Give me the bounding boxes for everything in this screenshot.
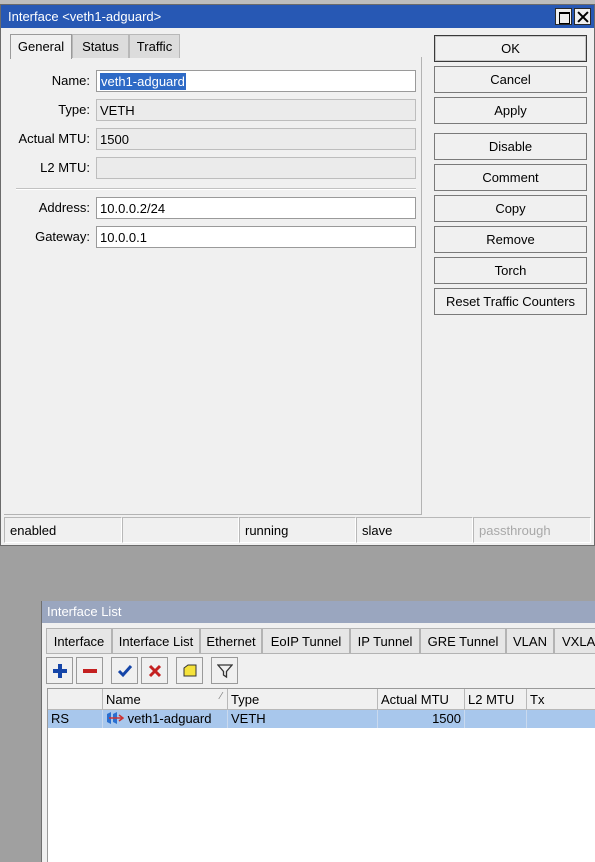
type-field: VETH <box>96 99 416 121</box>
gateway-label: Gateway: <box>35 229 90 244</box>
section-divider <box>16 188 416 190</box>
reset-traffic-counters-button[interactable]: Reset Traffic Counters <box>434 288 587 315</box>
row-name: veth1-adguard <box>127 711 212 726</box>
filter-button[interactable] <box>211 657 238 684</box>
sort-icon: ⁄ <box>220 691 222 702</box>
dialog-titlebar[interactable]: Interface <veth1-adguard> <box>1 5 594 28</box>
tab-gre-tunnel[interactable]: GRE Tunnel <box>420 628 506 654</box>
row-type: VETH <box>228 710 378 728</box>
tab-general[interactable]: General <box>10 34 72 59</box>
table-row[interactable]: RS veth1-adguard VETH 1500 <box>48 710 595 728</box>
actual-mtu-label: Actual MTU: <box>18 131 90 146</box>
status-running: running <box>239 517 356 543</box>
enable-button[interactable] <box>111 657 138 684</box>
table-header: Name ⁄ Type Actual MTU L2 MTU Tx <box>48 689 595 710</box>
row-l2-mtu <box>465 710 527 728</box>
veth-interface-icon <box>107 712 125 724</box>
remove-button[interactable]: Remove <box>434 226 587 253</box>
status-enabled: enabled <box>4 517 122 543</box>
tab-vlan[interactable]: VLAN <box>506 628 554 654</box>
comment-item-button[interactable] <box>176 657 203 684</box>
name-field[interactable]: veth1-adguard <box>96 70 416 92</box>
maximize-icon[interactable] <box>555 8 572 25</box>
remove-icon <box>83 669 97 673</box>
apply-button[interactable]: Apply <box>434 97 587 124</box>
tab-vxlan[interactable]: VXLA <box>554 628 595 654</box>
type-label: Type: <box>58 102 90 117</box>
copy-button[interactable]: Copy <box>434 195 587 222</box>
enable-icon <box>117 665 133 678</box>
status-slave: slave <box>356 517 473 543</box>
close-icon[interactable] <box>574 8 591 25</box>
filter-icon <box>217 664 233 679</box>
column-name[interactable]: Name ⁄ <box>103 689 228 710</box>
column-type[interactable]: Type <box>228 689 378 710</box>
address-label: Address: <box>38 200 90 215</box>
l2-mtu-label: L2 MTU: <box>40 160 90 175</box>
actual-mtu-field: 1500 <box>96 128 416 150</box>
tab-interface[interactable]: Interface <box>46 628 112 654</box>
general-panel: Name: veth1-adguard Type: VETH Actual MT… <box>4 57 422 515</box>
comment-icon <box>183 664 197 677</box>
gateway-field[interactable]: 10.0.0.1 <box>96 226 416 248</box>
l2-mtu-field <box>96 157 416 179</box>
column-tx[interactable]: Tx <box>527 689 595 710</box>
row-flags: RS <box>48 710 103 728</box>
column-actual-mtu[interactable]: Actual MTU <box>378 689 465 710</box>
name-value: veth1-adguard <box>100 73 186 90</box>
interface-list-window: Interface List Interface Interface List … <box>41 601 595 862</box>
tab-traffic[interactable]: Traffic <box>129 34 180 58</box>
interface-table: Name ⁄ Type Actual MTU L2 MTU Tx RS veth1… <box>47 688 595 862</box>
disable-button[interactable]: Disable <box>434 133 587 160</box>
interface-dialog: Interface <veth1-adguard> General Status… <box>0 4 595 546</box>
row-tx <box>527 710 595 728</box>
list-title[interactable]: Interface List <box>42 601 595 623</box>
tab-status[interactable]: Status <box>72 34 129 58</box>
remove-item-button[interactable] <box>76 657 103 684</box>
column-flags[interactable] <box>48 689 103 710</box>
cancel-button[interactable]: Cancel <box>434 66 587 93</box>
add-button[interactable] <box>46 657 73 684</box>
row-name-cell: veth1-adguard <box>103 710 228 728</box>
status-passthrough: passthrough <box>473 517 591 543</box>
disable-item-button[interactable] <box>141 657 168 684</box>
column-name-label: Name <box>106 692 141 707</box>
tab-ip-tunnel[interactable]: IP Tunnel <box>350 628 420 654</box>
tab-ethernet[interactable]: Ethernet <box>200 628 262 654</box>
row-actual-mtu: 1500 <box>378 710 465 728</box>
name-label: Name: <box>51 73 90 88</box>
tab-eoip-tunnel[interactable]: EoIP Tunnel <box>262 628 350 654</box>
tab-interface-list[interactable]: Interface List <box>112 628 200 654</box>
status-empty <box>122 517 239 543</box>
dialog-title: Interface <veth1-adguard> <box>8 9 162 24</box>
address-field[interactable]: 10.0.0.2/24 <box>96 197 416 219</box>
status-bar: enabled running slave passthrough <box>4 517 595 543</box>
comment-button[interactable]: Comment <box>434 164 587 191</box>
column-l2-mtu[interactable]: L2 MTU <box>465 689 527 710</box>
add-icon <box>53 664 67 678</box>
disable-icon <box>148 664 162 678</box>
torch-button[interactable]: Torch <box>434 257 587 284</box>
ok-button[interactable]: OK <box>434 35 587 62</box>
